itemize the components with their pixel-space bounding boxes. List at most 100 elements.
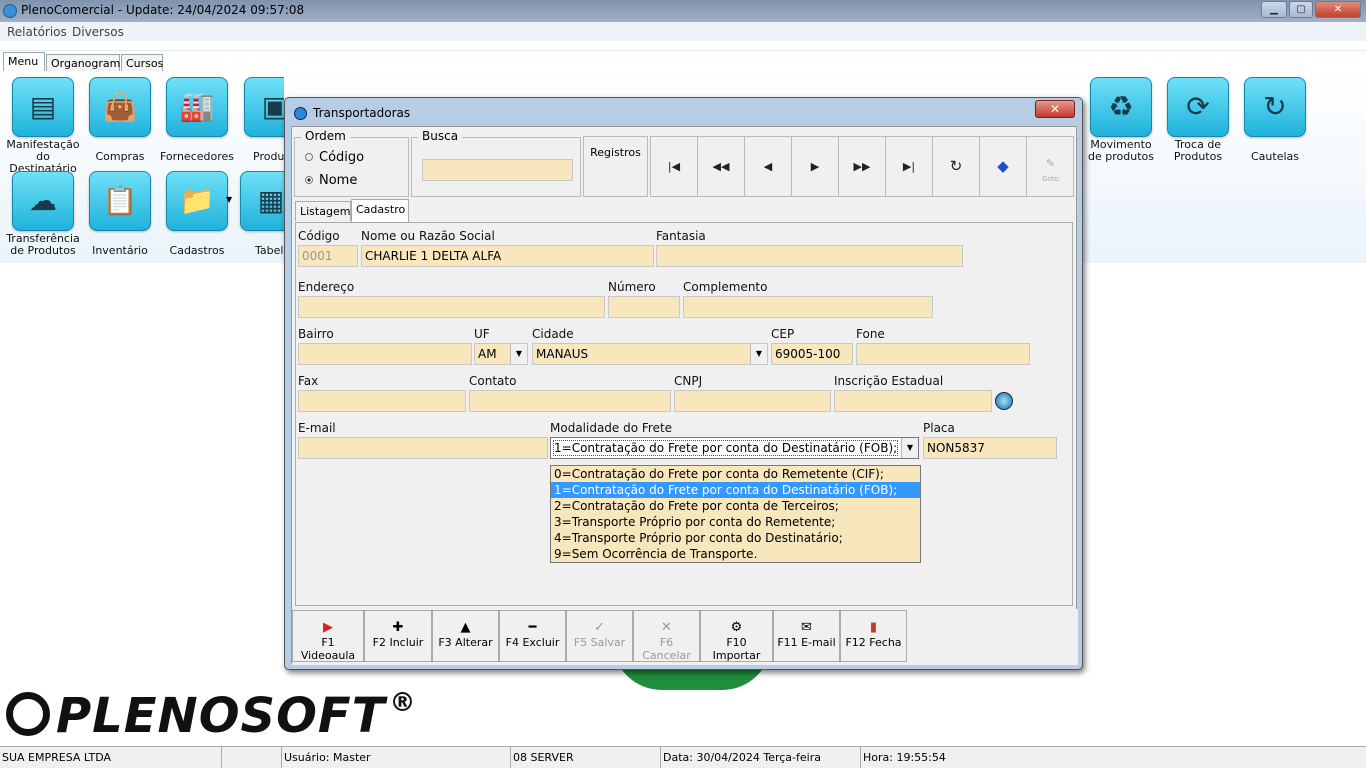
ie-field[interactable] — [834, 390, 992, 412]
cidade-select[interactable]: MANAUS ▼ — [532, 343, 768, 365]
endereco-field[interactable] — [298, 296, 605, 318]
prev-record-icon[interactable]: ◀ — [745, 137, 792, 196]
tab-organograma[interactable]: Organograma — [46, 54, 127, 72]
frete-option[interactable]: 3=Transporte Próprio por conta do Remete… — [551, 514, 920, 530]
modalidade-label: Modalidade do Frete — [550, 421, 673, 435]
f10-importar-button[interactable]: ⚙ F10 Importar — [700, 610, 773, 662]
f12-fecha-button[interactable]: ▮ F12 Fecha — [840, 610, 907, 662]
placa-field[interactable]: NON5837 — [923, 437, 1057, 459]
f5-salvar-button[interactable]: ✓ F5 Salvar — [566, 610, 633, 662]
exit-door-icon: ▮ — [869, 620, 878, 635]
goto-icon: ✎ — [1045, 157, 1056, 170]
minimize-button[interactable]: ▁ — [1261, 1, 1287, 18]
chevron-down-icon: ▼ — [750, 344, 767, 364]
ordem-group: Ordem Código Nome — [294, 129, 409, 197]
email-label: E-mail — [298, 421, 336, 435]
tile-label: Cadastros — [169, 244, 225, 257]
tab-cursos[interactable]: Cursos — [121, 54, 163, 72]
cycle-icon: ↻ — [1244, 77, 1306, 137]
dialog-close-button[interactable]: ✕ — [1035, 100, 1075, 118]
document-check-icon: ▤ — [12, 77, 74, 137]
ordem-nome-radio[interactable]: Nome — [305, 173, 357, 188]
f2-incluir-button[interactable]: ✚ F2 Incluir — [364, 610, 432, 662]
cancel-icon: ✕ — [661, 620, 672, 635]
tab-cadastro[interactable]: Cadastro — [351, 199, 409, 222]
numero-field[interactable] — [608, 296, 680, 318]
frete-option[interactable]: 0=Contratação do Frete por conta do Reme… — [551, 466, 920, 482]
tile-fornecedores[interactable]: 🏭 Fornecedores — [159, 77, 235, 163]
ordem-codigo-radio[interactable]: Código — [305, 150, 364, 165]
globe-icon[interactable] — [995, 392, 1013, 410]
goto-button[interactable]: ✎ Goto — [1027, 137, 1074, 196]
dialog-app-icon — [294, 107, 307, 120]
status-usuario: Usuário: Master — [282, 747, 511, 768]
status-hora: Hora: 19:55:54 — [863, 751, 946, 764]
fax-field[interactable] — [298, 390, 466, 412]
next-page-icon[interactable]: ▶▶ — [839, 137, 886, 196]
tile-label: Tabel — [255, 244, 284, 257]
contato-field[interactable] — [469, 390, 671, 412]
tile-manifestacao[interactable]: ▤ Manifestação do Destinatário — [5, 77, 81, 175]
cnpj-field[interactable] — [674, 390, 831, 412]
registros-label: Registros — [583, 136, 648, 197]
tag-icon[interactable]: ◆ — [980, 137, 1027, 196]
modalidade-select[interactable]: 1=Contratação do Frete por conta do Dest… — [550, 437, 919, 459]
first-record-icon[interactable]: |◀ — [651, 137, 698, 196]
cep-field[interactable]: 69005-100 — [771, 343, 853, 365]
f3-alterar-button[interactable]: ▲ F3 Alterar — [432, 610, 499, 662]
next-record-icon[interactable]: ▶ — [792, 137, 839, 196]
email-field[interactable] — [298, 437, 548, 459]
menu-diversos[interactable]: Diversos — [72, 25, 124, 39]
last-record-icon[interactable]: ▶| — [886, 137, 933, 196]
button-label: F12 Fecha — [845, 636, 902, 649]
status-bar: SUA EMPRESA LTDA Usuário: Master 08 SERV… — [0, 746, 1366, 768]
tile-label: Fornecedores — [159, 150, 235, 163]
menu-relatorios[interactable]: Relatórios — [7, 25, 67, 39]
uf-select[interactable]: AM ▼ — [474, 343, 528, 365]
plus-icon: ✚ — [392, 620, 404, 635]
dropdown-arrow-icon[interactable]: ▼ — [226, 195, 232, 204]
button-label: F11 E-mail — [777, 636, 836, 649]
tile-cadastros[interactable]: 📁 Cadastros ▼ — [159, 171, 235, 257]
maximize-button[interactable]: ▢ — [1289, 1, 1313, 18]
nome-field[interactable]: CHARLIE 1 DELTA ALFA — [361, 245, 654, 267]
frete-option[interactable]: 9=Sem Ocorrência de Transporte. — [551, 546, 920, 562]
frete-option[interactable]: 4=Transporte Próprio por conta do Destin… — [551, 530, 920, 546]
tile-label: Transferência de Produtos — [6, 232, 80, 257]
dialog-titlebar: Transportadoras ✕ — [285, 98, 1082, 126]
frete-option[interactable]: 1=Contratação do Frete por conta do Dest… — [551, 482, 920, 498]
status-empty — [222, 747, 282, 768]
tile-cautelas[interactable]: ↻ Cautelas — [1237, 77, 1313, 163]
f6-cancelar-button[interactable]: ✕ F6 Cancelar — [633, 610, 700, 662]
tile-inventario[interactable]: 📋 Inventário — [82, 171, 158, 257]
tile-compras[interactable]: 👜 Compras — [82, 77, 158, 163]
contato-label: Contato — [469, 374, 517, 388]
f4-excluir-button[interactable]: ━ F4 Excluir — [499, 610, 566, 662]
tile-tabelas[interactable]: ▦ Tabel — [236, 171, 284, 257]
triangle-up-icon: ▲ — [460, 620, 471, 635]
tab-listagem[interactable]: Listagem — [295, 201, 351, 221]
fantasia-field[interactable] — [656, 245, 963, 267]
refresh-icon[interactable]: ↻ — [933, 137, 980, 196]
close-button[interactable]: ✕ — [1315, 1, 1361, 18]
modalidade-value: 1=Contratação do Frete por conta do Dest… — [552, 440, 899, 456]
busca-input[interactable] — [422, 159, 573, 181]
shopping-bag-icon: 👜 — [89, 77, 151, 137]
prev-page-icon[interactable]: ◀◀ — [698, 137, 745, 196]
chevron-down-icon: ▼ — [901, 438, 918, 458]
frete-option[interactable]: 2=Contratação do Frete por conta de Terc… — [551, 498, 920, 514]
fone-field[interactable] — [856, 343, 1030, 365]
tile-troca[interactable]: ⟳ Troca de Produtos — [1160, 77, 1236, 163]
f11-email-button[interactable]: ✉ F11 E-mail — [773, 610, 840, 662]
bairro-field[interactable] — [298, 343, 472, 365]
tile-transferencia[interactable]: ☁ Transferência de Produtos — [5, 171, 81, 257]
tab-menu[interactable]: Menu — [3, 52, 45, 73]
main-tabs: Menu Organograma Cursos — [0, 52, 1366, 73]
tile-produtos[interactable]: ▣ Produt — [236, 77, 284, 163]
tile-label: Compras — [95, 150, 145, 163]
complemento-field[interactable] — [683, 296, 933, 318]
tile-label: Manifestação do Destinatário — [6, 138, 80, 175]
numero-label: Número — [608, 280, 656, 294]
tile-movimento[interactable]: ♻ Movimento de produtos — [1083, 77, 1159, 163]
f1-videoaula-button[interactable]: ▶ F1 Videoaula — [292, 610, 364, 662]
